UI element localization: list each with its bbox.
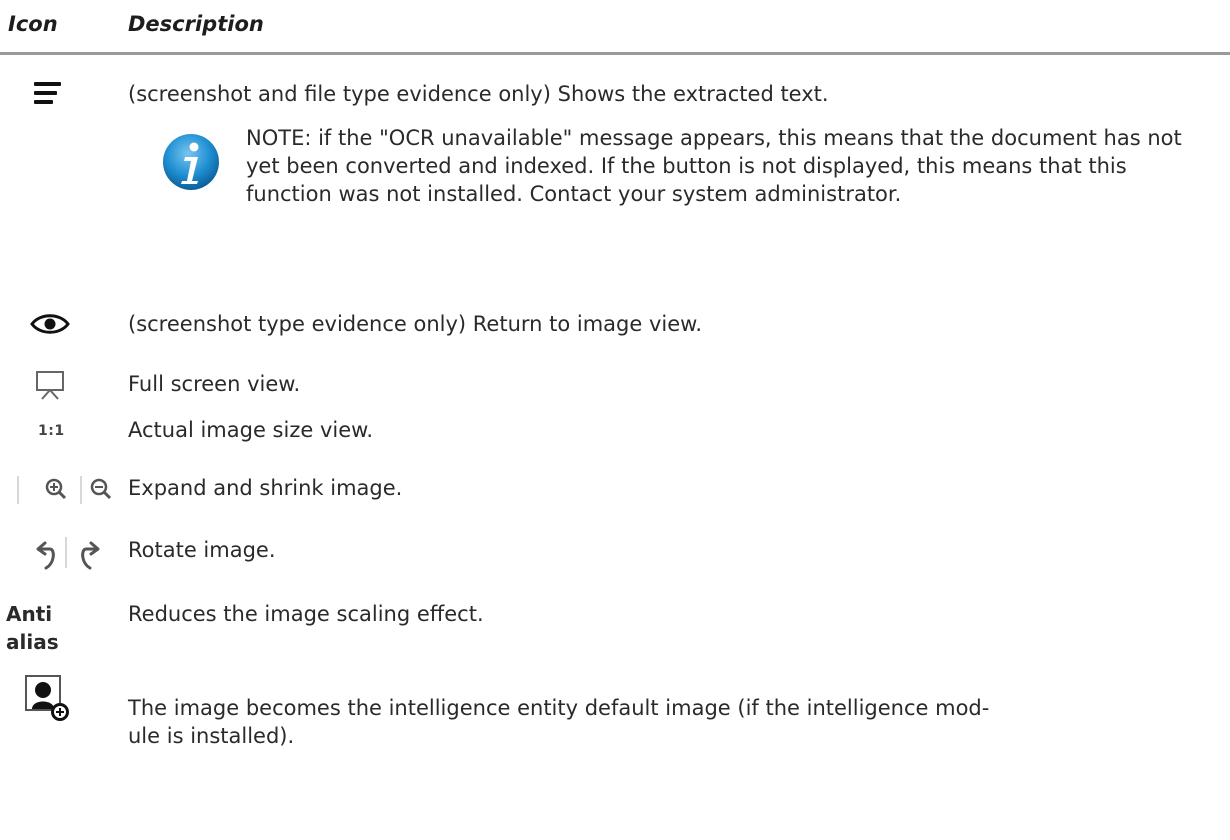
- table-row: Full screen view.: [0, 366, 1230, 416]
- row-description: Reduces the image scaling effect.: [128, 602, 484, 626]
- anti-alias-label: Anti alias: [6, 602, 59, 654]
- info-icon: [163, 134, 219, 190]
- row-description: (screenshot type evidence only) Return t…: [128, 312, 703, 336]
- table-header: Icon Description: [0, 0, 1230, 55]
- table-row: (screenshot type evidence only) Return t…: [0, 306, 1230, 344]
- note-text: NOTE: if the "OCR unavailable" message a…: [246, 126, 1182, 206]
- description-column-header: Description: [128, 12, 264, 36]
- table-row: Anti alias Reduces the image scaling eff…: [0, 600, 1230, 664]
- icon-cell: [0, 80, 120, 120]
- row-description: Actual image size view.: [128, 418, 374, 442]
- icon-description-table: Icon Description (screenshot and file ty…: [0, 0, 1230, 840]
- table-row: Rotate image.: [0, 532, 1230, 588]
- rotate-left-right-icons: [36, 537, 100, 570]
- projector-screen-icon: [36, 371, 64, 400]
- row-description: Rotate image.: [128, 538, 276, 562]
- row-description: Expand and shrink image.: [128, 476, 403, 500]
- row-description: (screenshot and file type evidence only)…: [128, 82, 829, 106]
- icon-column-header: Icon: [8, 12, 58, 36]
- actual-size-label: 1:1: [38, 423, 65, 439]
- table-row: 1:1 Actual image size view.: [0, 416, 1230, 460]
- user-add-image-icon: [25, 675, 69, 721]
- row-description: Full screen view.: [128, 372, 301, 396]
- table-row: Expand and shrink image.: [0, 470, 1230, 526]
- table-row: The image becomes the intelligence entit…: [0, 670, 1230, 780]
- row-description: The image becomes the intelligence entit…: [128, 696, 990, 748]
- eye-icon: [30, 314, 70, 334]
- table-row: (screenshot and file type evidence only)…: [0, 80, 1230, 260]
- zoom-in-out-icons: [17, 476, 112, 504]
- text-lines-icon: [34, 82, 61, 104]
